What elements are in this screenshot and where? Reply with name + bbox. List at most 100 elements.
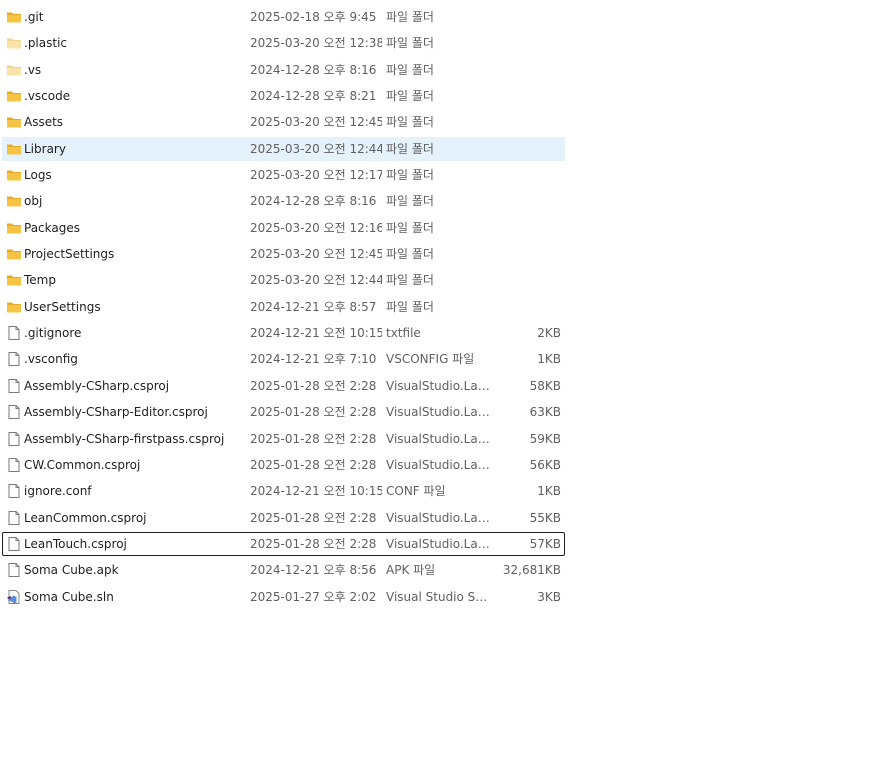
file-row[interactable]: .plastic 2025-03-20 오전 12:38 파일 폴더	[2, 31, 565, 55]
file-row[interactable]: Temp 2025-03-20 오전 12:44 파일 폴더	[2, 268, 565, 292]
file-type: 파일 폴더	[386, 89, 434, 104]
folder-icon	[6, 9, 22, 25]
file-row[interactable]: Packages 2025-03-20 오전 12:16 파일 폴더	[2, 216, 565, 240]
file-date: 2025-01-28 오전 2:28	[250, 378, 377, 393]
file-name: UserSettings	[24, 299, 101, 314]
file-name: Assembly-CSharp-firstpass.csproj	[24, 431, 225, 446]
file-row[interactable]: Assembly-CSharp.csproj 2025-01-28 오전 2:28…	[2, 374, 565, 398]
file-date: 2024-12-28 오후 8:16	[250, 194, 377, 209]
file-row[interactable]: .vs 2024-12-28 오후 8:16 파일 폴더	[2, 58, 565, 82]
file-row[interactable]: .vscode 2024-12-28 오후 8:21 파일 폴더	[2, 84, 565, 108]
file-date: 2025-03-20 오전 12:16	[250, 220, 382, 235]
file-row[interactable]: Assembly-CSharp-firstpass.csproj 2025-01-…	[2, 427, 565, 451]
file-type: VisualStudio.Laun...	[386, 431, 490, 446]
file-type: 파일 폴더	[386, 141, 434, 156]
file-type: 파일 폴더	[386, 194, 434, 209]
file-name: .plastic	[24, 36, 68, 51]
file-name: Temp	[24, 273, 56, 288]
file-date: 2025-03-20 오전 12:45	[250, 247, 382, 262]
file-type: 파일 폴더	[386, 299, 434, 314]
file-size: 1KB	[537, 352, 561, 367]
file-size: 3KB	[537, 589, 561, 604]
file-size	[493, 269, 561, 291]
file-type: 파일 폴더	[386, 115, 434, 130]
file-type: VSCONFIG 파일	[386, 352, 475, 367]
file-name: .git	[24, 10, 44, 24]
file-row[interactable]: Soma Cube.sln 2025-01-27 오후 2:02 Visual St…	[2, 585, 565, 609]
file-row[interactable]: Library 2025-03-20 오전 12:44 파일 폴더	[2, 136, 565, 161]
file-row[interactable]: ProjectSettings 2025-03-20 오전 12:45 파일 폴더	[2, 242, 565, 266]
file-name: Logs	[24, 168, 52, 183]
file-name: .vscode	[24, 89, 71, 104]
file-type: 파일 폴더	[386, 273, 434, 288]
file-date: 2025-03-20 오전 12:45	[250, 115, 382, 130]
file-type: VisualStudio.Laun...	[386, 536, 490, 551]
file-name: ignore.conf	[24, 484, 92, 499]
file-icon	[6, 351, 22, 367]
file-name: .vsconfig	[24, 352, 78, 367]
visual-studio-solution-icon	[6, 589, 22, 605]
file-size	[493, 243, 561, 265]
file-name: Packages	[24, 220, 80, 235]
file-date: 2024-12-21 오전 10:15	[250, 484, 382, 499]
folder-icon	[6, 246, 22, 262]
file-row[interactable]: .gitignore 2024-12-21 오전 10:15 txtfile 2KB	[2, 321, 565, 345]
file-size: 63KB	[529, 405, 561, 420]
file-size	[493, 6, 561, 28]
file-date: 2025-02-18 오후 9:45	[250, 10, 377, 24]
file-icon	[6, 378, 22, 394]
file-date: 2024-12-21 오후 8:56	[250, 563, 377, 578]
file-size	[493, 164, 561, 186]
file-date: 2024-12-28 오후 8:21	[250, 89, 377, 104]
file-size: 55KB	[529, 510, 561, 525]
file-size	[493, 59, 561, 81]
file-date: 2025-03-20 오전 12:44	[250, 141, 382, 156]
folder-icon	[6, 220, 22, 236]
file-name: Assets	[24, 115, 64, 130]
file-row[interactable]: LeanCommon.csproj 2025-01-28 오전 2:28 Visua…	[2, 506, 565, 530]
file-size	[493, 217, 561, 239]
file-date: 2025-01-28 오전 2:28	[250, 457, 377, 472]
file-type: txtfile	[386, 326, 421, 341]
file-row[interactable]: LeanTouch.csproj 2025-01-28 오전 2:28 Visual…	[2, 531, 565, 556]
file-row[interactable]: Assets 2025-03-20 오전 12:45 파일 폴더	[2, 110, 565, 134]
file-type: APK 파일	[386, 563, 436, 578]
file-date: 2025-01-28 오전 2:28	[250, 405, 377, 420]
file-name: Assembly-CSharp-Editor.csproj	[24, 405, 208, 420]
file-type: 파일 폴더	[386, 220, 434, 235]
file-row[interactable]: .vsconfig 2024-12-21 오후 7:10 VSCONFIG 파일 1K…	[2, 347, 565, 371]
file-type: 파일 폴더	[386, 168, 434, 183]
file-date: 2025-03-20 오전 12:17	[250, 168, 382, 183]
file-name: Soma Cube.apk	[24, 563, 119, 578]
file-row[interactable]: obj 2024-12-28 오후 8:16 파일 폴더	[2, 189, 565, 213]
file-date: 2024-12-21 오후 8:57	[250, 299, 377, 314]
file-type: 파일 폴더	[386, 247, 434, 262]
file-row[interactable]: Assembly-CSharp-Editor.csproj 2025-01-28 …	[2, 400, 565, 424]
folder-light-icon	[6, 35, 22, 51]
file-icon	[6, 325, 22, 341]
folder-icon	[6, 193, 22, 209]
file-icon	[6, 562, 22, 578]
file-date: 2025-01-28 오전 2:28	[250, 536, 377, 551]
folder-icon	[6, 141, 22, 157]
file-date: 2025-03-20 오전 12:38	[250, 36, 382, 51]
file-type: 파일 폴더	[386, 10, 434, 24]
folder-icon	[6, 299, 22, 315]
file-row[interactable]: Soma Cube.apk 2024-12-21 오후 8:56 APK 파일 32,…	[2, 558, 565, 582]
file-size: 56KB	[529, 457, 561, 472]
file-date: 2024-12-21 오전 10:15	[250, 326, 382, 341]
file-name: LeanCommon.csproj	[24, 510, 147, 525]
file-row[interactable]: .git 2025-02-18 오후 9:45 파일 폴더	[2, 5, 565, 29]
file-name: Assembly-CSharp.csproj	[24, 378, 170, 393]
file-date: 2025-03-20 오전 12:44	[250, 273, 382, 288]
file-size	[493, 85, 561, 107]
file-date: 2024-12-28 오후 8:16	[250, 62, 377, 77]
file-row[interactable]: CW.Common.csproj 2025-01-28 오전 2:28 Visual…	[2, 453, 565, 477]
file-size	[493, 190, 561, 212]
file-type: VisualStudio.Laun...	[386, 457, 490, 472]
file-row[interactable]: Logs 2025-03-20 오전 12:17 파일 폴더	[2, 163, 565, 187]
file-name: Soma Cube.sln	[24, 589, 114, 604]
file-row[interactable]: ignore.conf 2024-12-21 오전 10:15 CONF 파일 1KB	[2, 479, 565, 503]
file-size	[493, 138, 561, 160]
file-row[interactable]: UserSettings 2024-12-21 오후 8:57 파일 폴더	[2, 295, 565, 319]
